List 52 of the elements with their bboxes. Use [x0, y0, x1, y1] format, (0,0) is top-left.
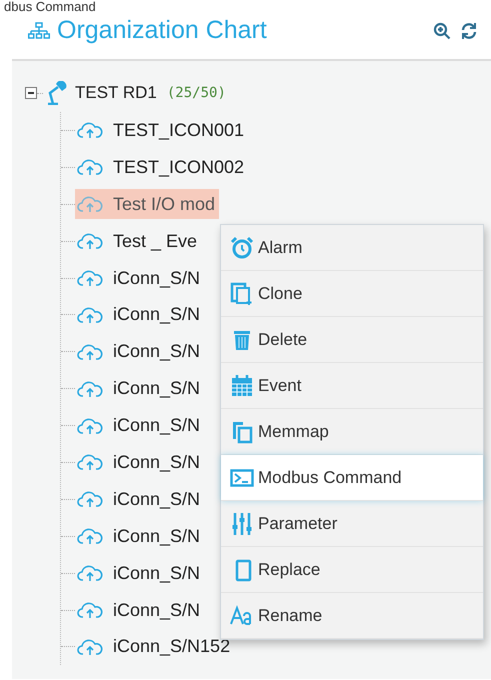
sliders-icon	[230, 512, 254, 536]
menu-item[interactable]: Delete	[221, 317, 483, 363]
tree-item[interactable]: iConn_S/N	[75, 484, 204, 514]
tree-item[interactable]: Test I/O mod	[75, 189, 220, 220]
tree-item[interactable]: Test _ Eve	[75, 226, 202, 256]
zoom-in-icon[interactable]	[433, 22, 451, 40]
copy-icon	[230, 282, 254, 306]
tree-item[interactable]: iConn_S/N	[75, 595, 204, 626]
cloud-upload-icon	[77, 601, 103, 620]
cloud-upload-icon	[77, 232, 103, 250]
refresh-icon[interactable]	[461, 22, 477, 40]
alarm-clock-icon	[230, 236, 254, 260]
tree-item[interactable]: iConn_S/N	[75, 300, 204, 330]
cloud-upload-icon	[77, 416, 103, 435]
desk-lamp-icon	[45, 81, 67, 105]
cloud-upload-icon	[77, 564, 103, 582]
tree-item[interactable]: iConn_S/N	[75, 336, 204, 367]
tree-item[interactable]: TEST_ICON001	[75, 115, 248, 146]
cloud-upload-icon	[77, 527, 103, 546]
tooltip-text: dbus Command	[4, 0, 96, 14]
cloud-upload-icon	[77, 195, 103, 214]
menu-item[interactable]: Event	[221, 363, 483, 409]
tree-item[interactable]: iConn_S/N	[75, 521, 204, 552]
sitemap-icon	[28, 22, 50, 40]
menu-item[interactable]: Clone	[221, 271, 483, 317]
menu-item[interactable]: Parameter	[221, 501, 483, 547]
panel-title: Organization Chart	[57, 15, 267, 46]
cloud-upload-icon	[77, 453, 103, 472]
node-count: (25/50)	[166, 84, 226, 102]
calendar-icon	[230, 374, 254, 398]
cloud-upload-icon	[77, 269, 103, 287]
font-icon	[230, 604, 254, 628]
menu-item[interactable]: Alarm	[221, 225, 483, 271]
tree-item[interactable]: iConn_S/N	[75, 374, 204, 404]
menu-item[interactable]: Modbus Command	[221, 455, 483, 501]
tree-item[interactable]: iConn_S/N	[75, 447, 204, 478]
cloud-upload-icon	[77, 158, 103, 176]
copy-icon	[230, 420, 254, 444]
tree-item[interactable]: TEST_ICON002	[75, 152, 248, 182]
cloud-upload-icon	[77, 121, 103, 140]
cloud-upload-icon	[77, 638, 103, 656]
menu-item[interactable]: Replace	[221, 547, 483, 593]
cloud-upload-icon	[77, 490, 103, 508]
tree-node-label[interactable]: TEST RD1	[75, 80, 157, 106]
tree-item[interactable]: iConn_S/N	[75, 410, 204, 441]
collapse-toggle[interactable]	[25, 87, 37, 99]
cloud-upload-icon	[77, 380, 103, 398]
tree-item[interactable]: iConn_S/N	[75, 263, 204, 293]
cloud-upload-icon	[77, 306, 103, 324]
cloud-upload-icon	[77, 342, 103, 361]
tree-item[interactable]: iConn_S/N	[75, 558, 204, 588]
menu-item[interactable]: Rename	[221, 593, 483, 639]
